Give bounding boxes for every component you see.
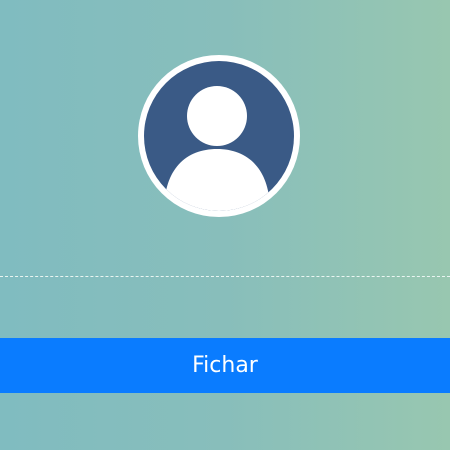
- avatar: [138, 55, 300, 217]
- divider: [0, 276, 450, 277]
- user-icon: [144, 61, 294, 211]
- clock-in-button[interactable]: Fichar: [0, 338, 450, 393]
